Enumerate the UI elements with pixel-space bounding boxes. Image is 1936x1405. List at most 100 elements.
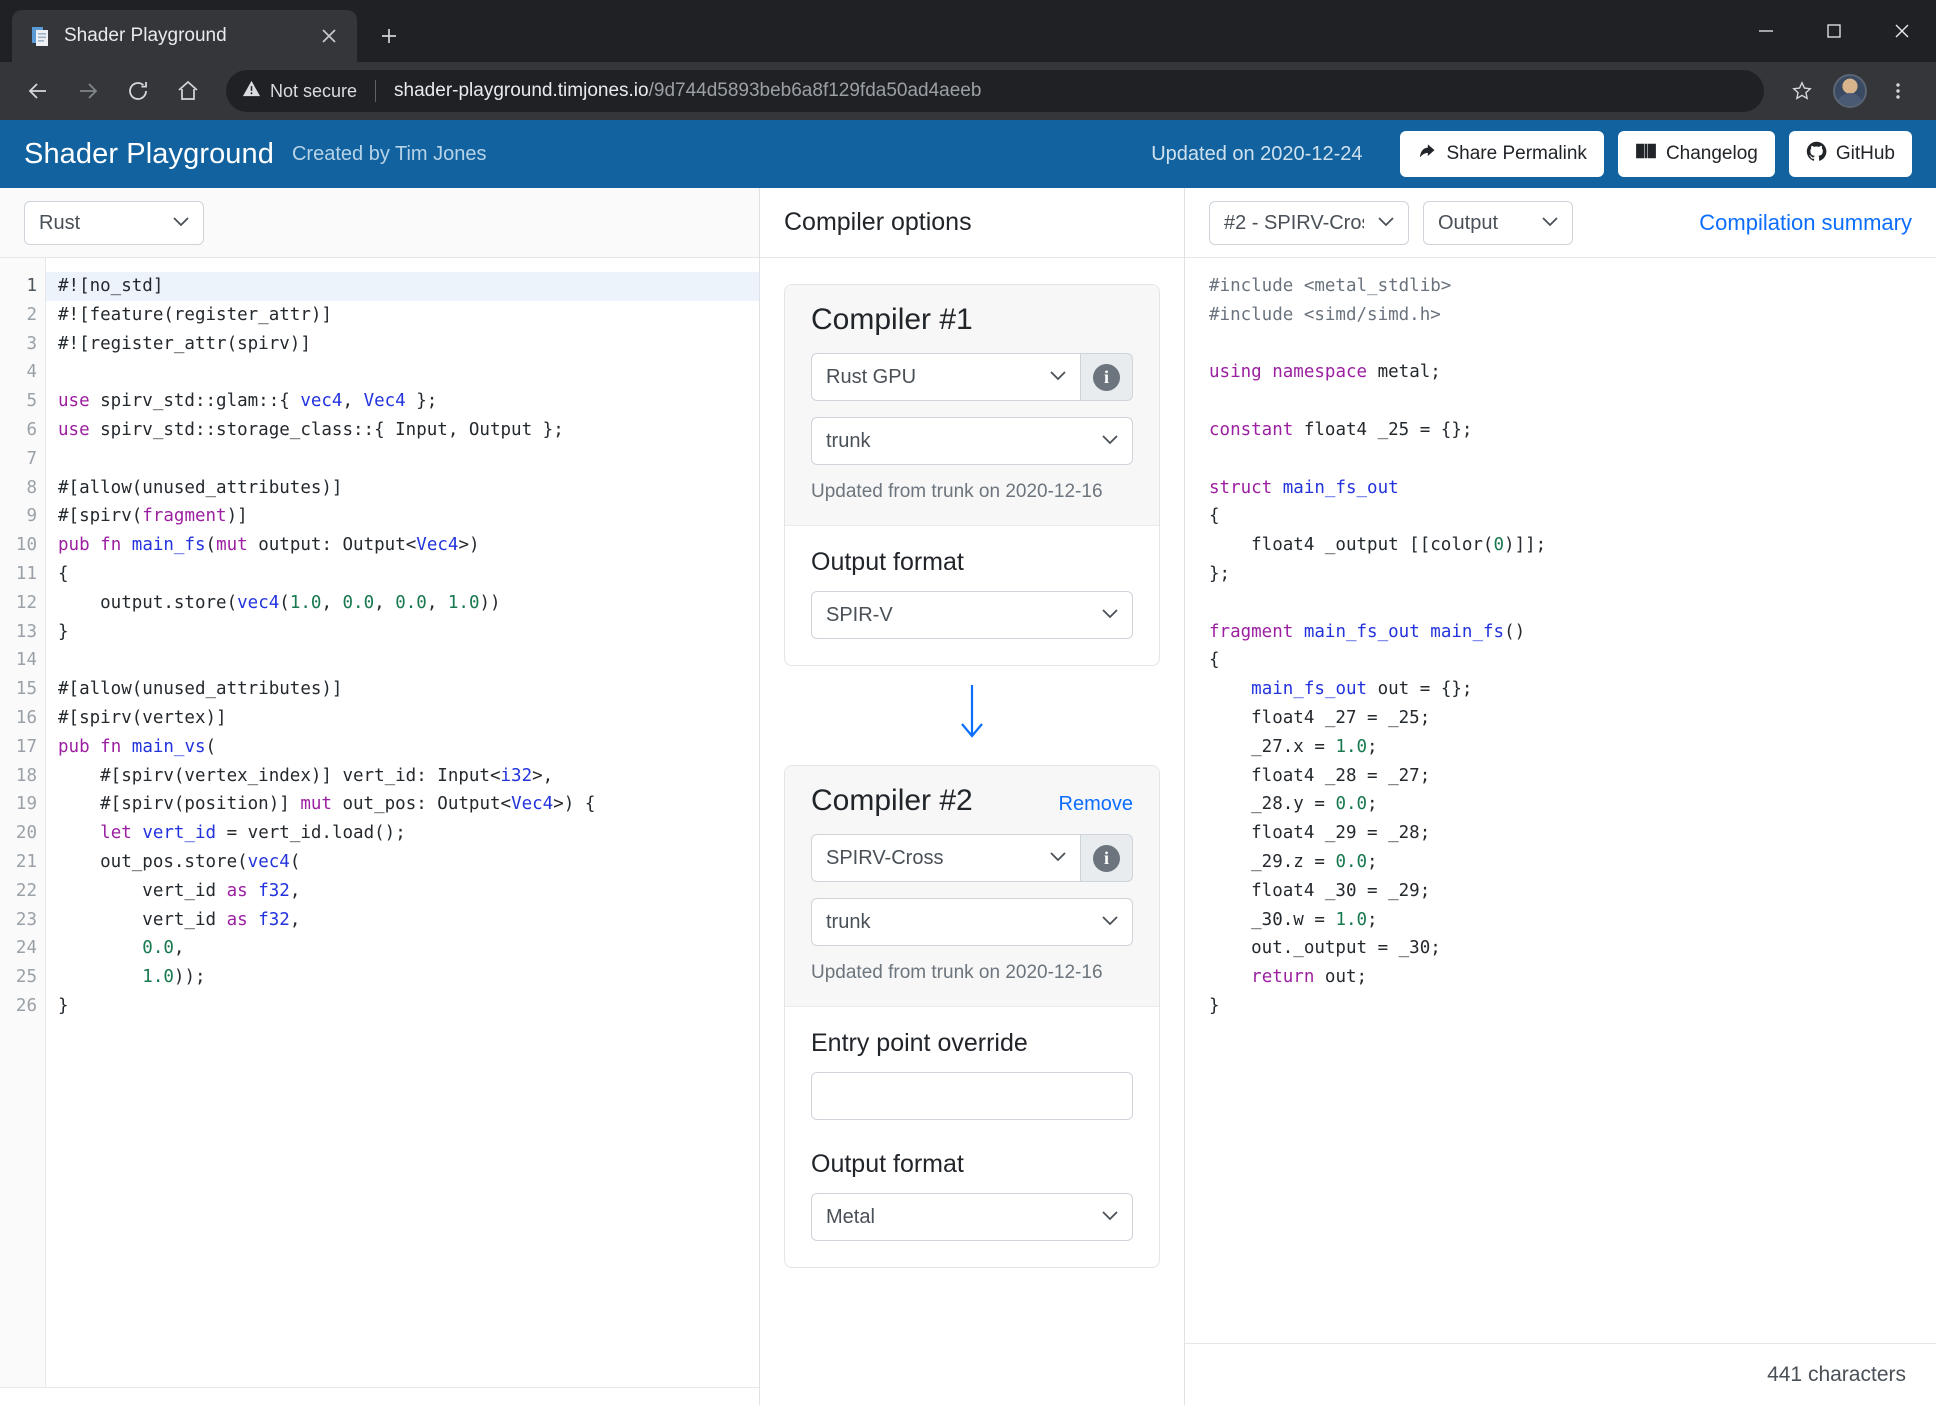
avatar[interactable] (1828, 69, 1872, 113)
line-number: 13 (15, 621, 37, 642)
code-line: let vert_id = vert_id.load(); (100, 823, 406, 844)
output-code-line (1209, 387, 1936, 416)
output-code-line: #include <metal_stdlib> (1209, 276, 1452, 296)
omnibox-divider (375, 80, 377, 102)
code-line: out_pos.store(vec4( (58, 851, 301, 872)
source-code[interactable]: #![no_std] #![feature(register_attr)] #![r… (46, 258, 759, 1387)
author-byline: Created by Tim Jones (291, 142, 487, 165)
code-line: pub fn main_vs( (58, 736, 217, 757)
changelog-button[interactable]: Changelog (1617, 131, 1775, 177)
code-editor[interactable]: 1 2 3 4 5 6 7 8 9 10 11 12 13 14 15 16 17 18 19 20 21 22 23 24 2… (0, 258, 759, 1387)
forward-arrow-icon[interactable] (66, 69, 110, 113)
home-icon[interactable] (166, 69, 210, 113)
main-content: Rust 1 2 3 4 5 6 7 8 9 10 11 12 13 14 15 16 17 18 19 20 21 22… (0, 188, 1936, 1405)
close-icon[interactable] (315, 22, 343, 50)
compiler-1-info-button[interactable]: i (1081, 353, 1133, 401)
output-code-line: _29.z = 0.0; (1209, 851, 1378, 872)
github-icon (1806, 141, 1827, 168)
code-line: vert_id as f32, (58, 880, 301, 901)
code-line: } (58, 621, 69, 642)
document-favicon (30, 25, 52, 47)
info-icon: i (1093, 844, 1120, 872)
browser-tab[interactable]: Shader Playground (12, 10, 357, 62)
browser-window: Shader Playground Not secure shader-play… (0, 0, 1936, 1405)
code-line: #[spirv(fragment)] (58, 506, 248, 527)
compiler-1-version-select[interactable]: trunk (811, 417, 1133, 465)
code-line: 0.0, (142, 938, 185, 959)
back-arrow-icon[interactable] (16, 69, 60, 113)
new-tab-button[interactable] (367, 14, 411, 58)
compiler-1-output-format-select[interactable]: SPIR-V (811, 591, 1133, 639)
line-number: 22 (15, 880, 37, 901)
output-code-line (1209, 330, 1936, 359)
url-text: shader-playground.timjones.io/9d744d5893… (394, 80, 981, 102)
compiler-2-select-group: SPIRV-Cross i (811, 834, 1133, 882)
info-icon: i (1093, 363, 1120, 391)
compiler-options-title: Compiler options (760, 188, 1184, 258)
code-line: #[spirv(position)] mut out_pos: Output<V… (58, 794, 596, 815)
code-line: #[allow(unused_attributes)] (58, 679, 343, 700)
line-number: 2 (26, 304, 37, 325)
security-status[interactable]: Not secure (242, 79, 357, 103)
security-label: Not secure (270, 80, 358, 101)
address-bar[interactable]: Not secure shader-playground.timjones.io… (226, 70, 1764, 112)
compiler-2-version-select[interactable]: trunk (811, 898, 1133, 946)
compiler-card-2: Compiler #2 Remove SPIRV-Cross i trunk U… (784, 765, 1160, 1268)
code-line: pub fn main_fs(mut output: Output<Vec4>) (58, 535, 480, 556)
line-number: 14 (15, 650, 37, 671)
output-code-line: _30.w = 1.0; (1209, 909, 1378, 930)
line-number: 21 (15, 851, 37, 872)
code-line: } (58, 995, 69, 1016)
output-view-select[interactable]: Output (1423, 200, 1573, 245)
code-line: 1.0)); (142, 967, 206, 988)
line-number: 12 (15, 592, 37, 613)
compiler-options-panel: Compiler options Compiler #1 Rust GPU i … (760, 188, 1185, 1405)
line-number: 25 (15, 967, 37, 988)
compiler-2-remove-link[interactable]: Remove (1059, 793, 1133, 816)
code-line: #[allow(unused_attributes)] (58, 477, 343, 498)
compiler-1-select[interactable]: Rust GPU (811, 353, 1081, 401)
code-line: vert_id as f32, (58, 909, 301, 930)
line-number: 9 (26, 506, 37, 527)
star-icon[interactable] (1780, 69, 1824, 113)
compiler-1-output-format-section: Output format SPIR-V (785, 525, 1159, 665)
warning-triangle-icon (242, 79, 261, 103)
tab-strip: Shader Playground (0, 0, 1936, 62)
compiler-2-version-group: trunk (811, 898, 1133, 946)
output-compiler-select-wrapper: #2 - SPIRV-Cross (1209, 200, 1409, 245)
compiler-2-entry-point-input[interactable] (811, 1072, 1133, 1120)
code-line: #![no_std] (46, 272, 759, 301)
code-line: { (58, 563, 69, 584)
output-code: #include <metal_stdlib> #include <simd/si… (1185, 258, 1936, 1343)
compiler-2-output-format-select[interactable]: Metal (811, 1193, 1133, 1241)
line-number: 4 (26, 362, 37, 383)
output-compiler-select[interactable]: #2 - SPIRV-Cross (1209, 200, 1409, 245)
line-number: 3 (26, 333, 37, 354)
compiler-2-info-button[interactable]: i (1081, 834, 1133, 882)
compiler-1-version-group: trunk (811, 417, 1133, 465)
arrow-down-icon (784, 666, 1160, 765)
language-select[interactable]: Rust (24, 200, 204, 245)
compiler-card-1-head: Compiler #1 Rust GPU i trunk Updated fro… (785, 285, 1159, 525)
minimize-icon[interactable] (1732, 0, 1800, 62)
window-close-icon[interactable] (1868, 0, 1936, 62)
line-number: 20 (15, 823, 37, 844)
output-code-line: float4 _29 = _28; (1209, 823, 1431, 844)
reload-icon[interactable] (116, 69, 160, 113)
output-code-line: _27.x = 1.0; (1209, 736, 1378, 757)
output-code-line: constant float4 _25 = {}; (1209, 419, 1473, 440)
output-code-line: return out; (1251, 967, 1368, 988)
browser-toolbar: Not secure shader-playground.timjones.io… (0, 62, 1936, 120)
character-count: 441 characters (1767, 1362, 1906, 1386)
line-number: 15 (15, 679, 37, 700)
compilation-summary-link[interactable]: Compilation summary (1699, 210, 1912, 236)
github-button[interactable]: GitHub (1788, 131, 1912, 177)
kebab-menu-icon[interactable] (1876, 69, 1920, 113)
line-number: 5 (26, 391, 37, 412)
compiler-1-select-group: Rust GPU i (811, 353, 1133, 401)
compiler-2-select[interactable]: SPIRV-Cross (811, 834, 1081, 882)
maximize-icon[interactable] (1800, 0, 1868, 62)
line-number: 10 (15, 535, 37, 556)
share-permalink-button[interactable]: Share Permalink (1400, 131, 1604, 177)
